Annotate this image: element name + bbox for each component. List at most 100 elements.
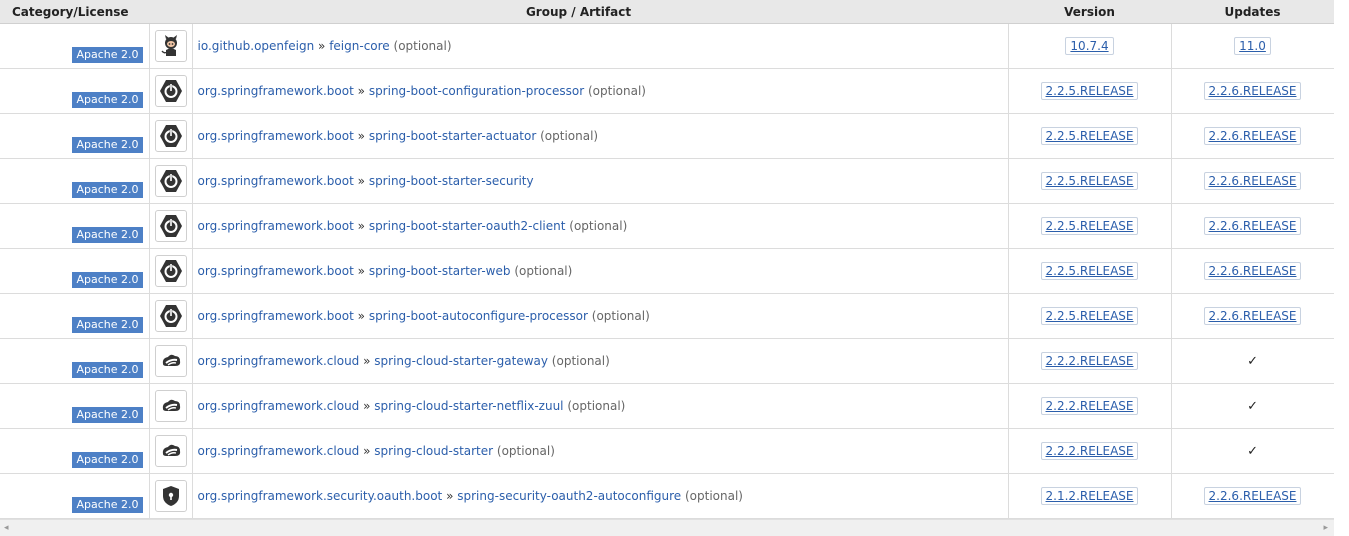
license-cell: Apache 2.0	[0, 23, 150, 69]
scroll-right-arrow-icon[interactable]: ▸	[1323, 523, 1328, 533]
spring-boot-icon[interactable]	[154, 255, 187, 287]
version-header: Version	[1008, 0, 1172, 24]
version-link[interactable]: 2.2.5.RELEASE	[1040, 307, 1139, 325]
update-version-link[interactable]: 2.2.6.RELEASE	[1203, 172, 1302, 190]
spring-boot-icon[interactable]	[154, 300, 187, 332]
group-artifact-cell: org.springframework.boot » spring-boot-s…	[192, 158, 1009, 204]
updates-cell: 2.2.6.RELEASE	[1171, 158, 1335, 204]
group-link[interactable]: org.springframework.boot	[198, 264, 354, 278]
spring-cloud-icon[interactable]	[154, 390, 187, 422]
version-link[interactable]: 10.7.4	[1065, 37, 1114, 55]
github-octocat-icon[interactable]	[154, 30, 187, 62]
category-license-header: Category/License	[0, 0, 149, 24]
artifact-link[interactable]: spring-boot-starter-web	[369, 264, 511, 278]
optional-label: (optional)	[684, 489, 743, 503]
optional-label: (optional)	[587, 84, 646, 98]
update-version-link[interactable]: 11.0	[1234, 37, 1271, 55]
updates-cell: 2.2.6.RELEASE	[1171, 68, 1335, 114]
group-artifact-cell: org.springframework.security.oauth.boot …	[192, 473, 1009, 519]
license-cell: Apache 2.0	[0, 158, 150, 204]
group-artifact-cell: org.springframework.cloud » spring-cloud…	[192, 338, 1009, 384]
artifact-link[interactable]: spring-cloud-starter	[374, 444, 493, 458]
horizontal-scrollbar[interactable]: ◂ ▸	[0, 519, 1334, 536]
group-artifact-separator: »	[357, 309, 365, 323]
spring-cloud-icon[interactable]	[154, 435, 187, 467]
artifact-link[interactable]: spring-cloud-starter-netflix-zuul	[374, 399, 563, 413]
group-link[interactable]: org.springframework.boot	[198, 309, 354, 323]
group-artifact-separator: »	[357, 174, 365, 188]
group-link[interactable]: io.github.openfeign	[198, 39, 315, 53]
table-row: Apache 2.0 org.springframework.cloud » sp…	[0, 383, 1335, 429]
version-link[interactable]: 2.2.5.RELEASE	[1040, 127, 1139, 145]
artifact-link[interactable]: spring-security-oauth2-autoconfigure	[457, 489, 681, 503]
artifact-link[interactable]: spring-boot-configuration-processor	[369, 84, 584, 98]
up-to-date-check-icon: ✓	[1247, 398, 1258, 414]
license-cell: Apache 2.0	[0, 428, 150, 474]
optional-label: (optional)	[540, 129, 599, 143]
license-badge[interactable]: Apache 2.0	[72, 452, 143, 468]
license-badge[interactable]: Apache 2.0	[72, 182, 143, 198]
version-link[interactable]: 2.2.2.RELEASE	[1040, 352, 1139, 370]
group-link[interactable]: org.springframework.boot	[198, 174, 354, 188]
optional-label: (optional)	[569, 219, 628, 233]
group-link[interactable]: org.springframework.cloud	[198, 354, 360, 368]
group-link[interactable]: org.springframework.cloud	[198, 399, 360, 413]
group-artifact-separator: »	[357, 129, 365, 143]
group-artifact-separator: »	[357, 84, 365, 98]
update-version-link[interactable]: 2.2.6.RELEASE	[1203, 307, 1302, 325]
optional-label: (optional)	[496, 444, 555, 458]
license-badge[interactable]: Apache 2.0	[72, 272, 143, 288]
license-cell: Apache 2.0	[0, 113, 150, 159]
version-link[interactable]: 2.2.5.RELEASE	[1040, 172, 1139, 190]
update-version-link[interactable]: 2.2.6.RELEASE	[1203, 82, 1302, 100]
update-version-link[interactable]: 2.2.6.RELEASE	[1203, 127, 1302, 145]
license-badge[interactable]: Apache 2.0	[72, 362, 143, 378]
artifact-link[interactable]: feign-core	[329, 39, 390, 53]
spring-boot-icon[interactable]	[154, 210, 187, 242]
license-badge[interactable]: Apache 2.0	[72, 92, 143, 108]
spring-boot-icon[interactable]	[154, 120, 187, 152]
version-cell: 2.2.2.RELEASE	[1008, 383, 1172, 429]
spring-boot-icon[interactable]	[154, 75, 187, 107]
up-to-date-check-icon: ✓	[1247, 353, 1258, 369]
group-link[interactable]: org.springframework.boot	[198, 219, 354, 233]
updates-cell: ✓	[1171, 383, 1335, 429]
table-header-row: Category/License Group / Artifact Versio…	[0, 0, 1335, 24]
artifact-link[interactable]: spring-cloud-starter-gateway	[374, 354, 548, 368]
update-version-link[interactable]: 2.2.6.RELEASE	[1203, 487, 1302, 505]
scroll-left-arrow-icon[interactable]: ◂	[4, 523, 9, 533]
version-link[interactable]: 2.1.2.RELEASE	[1040, 487, 1139, 505]
license-badge[interactable]: Apache 2.0	[72, 137, 143, 153]
license-cell: Apache 2.0	[0, 473, 150, 519]
version-link[interactable]: 2.2.5.RELEASE	[1040, 217, 1139, 235]
artifact-link[interactable]: spring-boot-starter-actuator	[369, 129, 536, 143]
update-version-link[interactable]: 2.2.6.RELEASE	[1203, 262, 1302, 280]
license-badge[interactable]: Apache 2.0	[72, 47, 143, 63]
group-link[interactable]: org.springframework.boot	[198, 84, 354, 98]
updates-header: Updates	[1171, 0, 1335, 24]
version-link[interactable]: 2.2.5.RELEASE	[1040, 82, 1139, 100]
license-badge[interactable]: Apache 2.0	[72, 497, 143, 513]
updates-cell: 2.2.6.RELEASE	[1171, 248, 1335, 294]
spring-security-icon[interactable]	[154, 480, 187, 512]
update-version-link[interactable]: 2.2.6.RELEASE	[1203, 217, 1302, 235]
version-link[interactable]: 2.2.5.RELEASE	[1040, 262, 1139, 280]
spring-cloud-icon[interactable]	[154, 345, 187, 377]
group-link[interactable]: org.springframework.security.oauth.boot	[198, 489, 443, 503]
spring-boot-icon[interactable]	[154, 165, 187, 197]
group-link[interactable]: org.springframework.boot	[198, 129, 354, 143]
artifact-link[interactable]: spring-boot-starter-security	[369, 174, 534, 188]
artifact-link[interactable]: spring-boot-autoconfigure-processor	[369, 309, 588, 323]
group-link[interactable]: org.springframework.cloud	[198, 444, 360, 458]
license-cell: Apache 2.0	[0, 293, 150, 339]
table-row: Apache 2.0 org.springframework.boot » spr…	[0, 68, 1335, 114]
license-badge[interactable]: Apache 2.0	[72, 317, 143, 333]
license-badge[interactable]: Apache 2.0	[72, 227, 143, 243]
version-link[interactable]: 2.2.2.RELEASE	[1040, 397, 1139, 415]
group-artifact-separator: »	[363, 399, 371, 413]
artifact-link[interactable]: spring-boot-starter-oauth2-client	[369, 219, 566, 233]
version-link[interactable]: 2.2.2.RELEASE	[1040, 442, 1139, 460]
project-icon-cell	[149, 293, 193, 339]
dependencies-table: Category/License Group / Artifact Versio…	[0, 0, 1335, 519]
license-badge[interactable]: Apache 2.0	[72, 407, 143, 423]
